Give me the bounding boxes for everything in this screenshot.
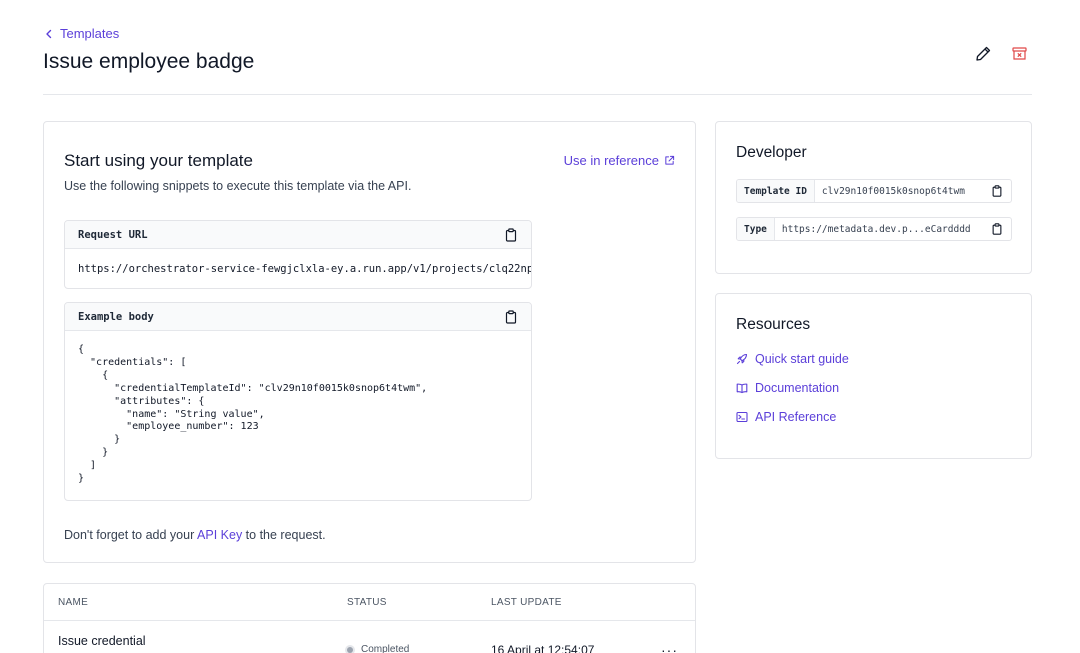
pencil-icon <box>975 46 990 61</box>
terminal-icon <box>736 411 748 423</box>
documentation-label: Documentation <box>755 381 840 395</box>
column-header-name[interactable]: NAME <box>58 597 88 608</box>
documentation-link[interactable]: Documentation <box>736 381 839 395</box>
row-menu-button[interactable]: ··· <box>661 642 678 653</box>
snippet-header: Example body <box>65 303 531 331</box>
table-header-divider <box>44 620 695 621</box>
copy-type-button[interactable] <box>991 223 1003 235</box>
card-title: Start using your template <box>64 151 253 170</box>
copy-url-button[interactable] <box>504 227 518 242</box>
status-label: Completed <box>361 644 410 653</box>
snippet-label: Example body <box>78 310 154 323</box>
page-title: Issue employee badge <box>43 50 255 73</box>
snippet-header: Request URL <box>65 221 531 249</box>
footnote-text-before: Don't forget to add your <box>64 528 198 542</box>
archive-delete-icon <box>1011 46 1027 60</box>
clipboard-icon <box>505 227 517 242</box>
template-id-value[interactable]: clv29n10f0015k0snop6t4twm <box>815 186 991 197</box>
column-header-last-update[interactable]: LAST UPDATE <box>491 597 562 608</box>
api-reference-label: API Reference <box>755 410 837 424</box>
header-actions <box>974 44 1028 62</box>
status-badge: Completed <box>347 644 409 653</box>
status-dot-icon <box>347 646 353 653</box>
chevron-left-icon <box>46 29 52 38</box>
api-key-link[interactable]: API Key <box>197 528 242 542</box>
breadcrumb-templates[interactable]: Templates <box>44 26 119 41</box>
external-link-icon <box>665 155 675 165</box>
developer-title: Developer <box>736 144 807 161</box>
column-header-status[interactable]: STATUS <box>347 597 387 608</box>
template-id-label: Template ID <box>737 180 815 202</box>
resources-title: Resources <box>736 316 811 333</box>
history-table: NAME STATUS LAST UPDATE Issue credential… <box>43 583 696 653</box>
table-row-name[interactable]: Issue credential <box>58 634 146 648</box>
quick-start-guide-link[interactable]: Quick start guide <box>736 352 849 366</box>
use-in-reference-link[interactable]: Use in reference <box>564 153 675 168</box>
quick-start-guide-label: Quick start guide <box>755 352 849 366</box>
clipboard-icon <box>505 309 517 324</box>
type-field: Type https://metadata.dev.p...eCardddd <box>736 217 1012 241</box>
edit-button[interactable] <box>974 44 992 62</box>
type-value[interactable]: https://metadata.dev.p...eCardddd <box>775 224 991 235</box>
template-id-field: Template ID clv29n10f0015k0snop6t4twm <box>736 179 1012 203</box>
footnote-text-after: to the request. <box>242 528 326 542</box>
start-using-card: Start using your template Use in referen… <box>43 121 696 563</box>
request-url-snippet: Request URL https://orchestrator-service… <box>64 220 532 289</box>
table-row-last-update: 16 April at 12:54:07 <box>491 643 595 653</box>
developer-card: Developer Template ID clv29n10f0015k0sno… <box>715 121 1032 274</box>
clipboard-icon <box>992 223 1002 235</box>
example-body-snippet: Example body { "credentials": [ { "crede… <box>64 302 532 501</box>
clipboard-icon <box>992 185 1002 197</box>
header-divider <box>43 94 1032 95</box>
archive-button[interactable] <box>1010 44 1028 62</box>
example-body-code[interactable]: { "credentials": [ { "credentialTemplate… <box>65 331 531 499</box>
snippet-label: Request URL <box>78 228 148 241</box>
api-key-footnote: Don't forget to add your API Key to the … <box>64 528 326 542</box>
request-url-value[interactable]: https://orchestrator-service-fewgjclxla-… <box>65 249 531 288</box>
breadcrumb-label: Templates <box>60 26 120 41</box>
api-reference-link[interactable]: API Reference <box>736 410 836 424</box>
resources-card: Resources Quick start guide Documentatio… <box>715 293 1032 459</box>
copy-template-id-button[interactable] <box>991 185 1003 197</box>
card-subtitle: Use the following snippets to execute th… <box>64 179 412 193</box>
copy-body-button[interactable] <box>504 309 518 324</box>
use-in-reference-label: Use in reference <box>563 153 659 168</box>
rocket-icon <box>736 353 748 365</box>
book-open-icon <box>736 383 748 394</box>
type-label: Type <box>737 218 775 240</box>
